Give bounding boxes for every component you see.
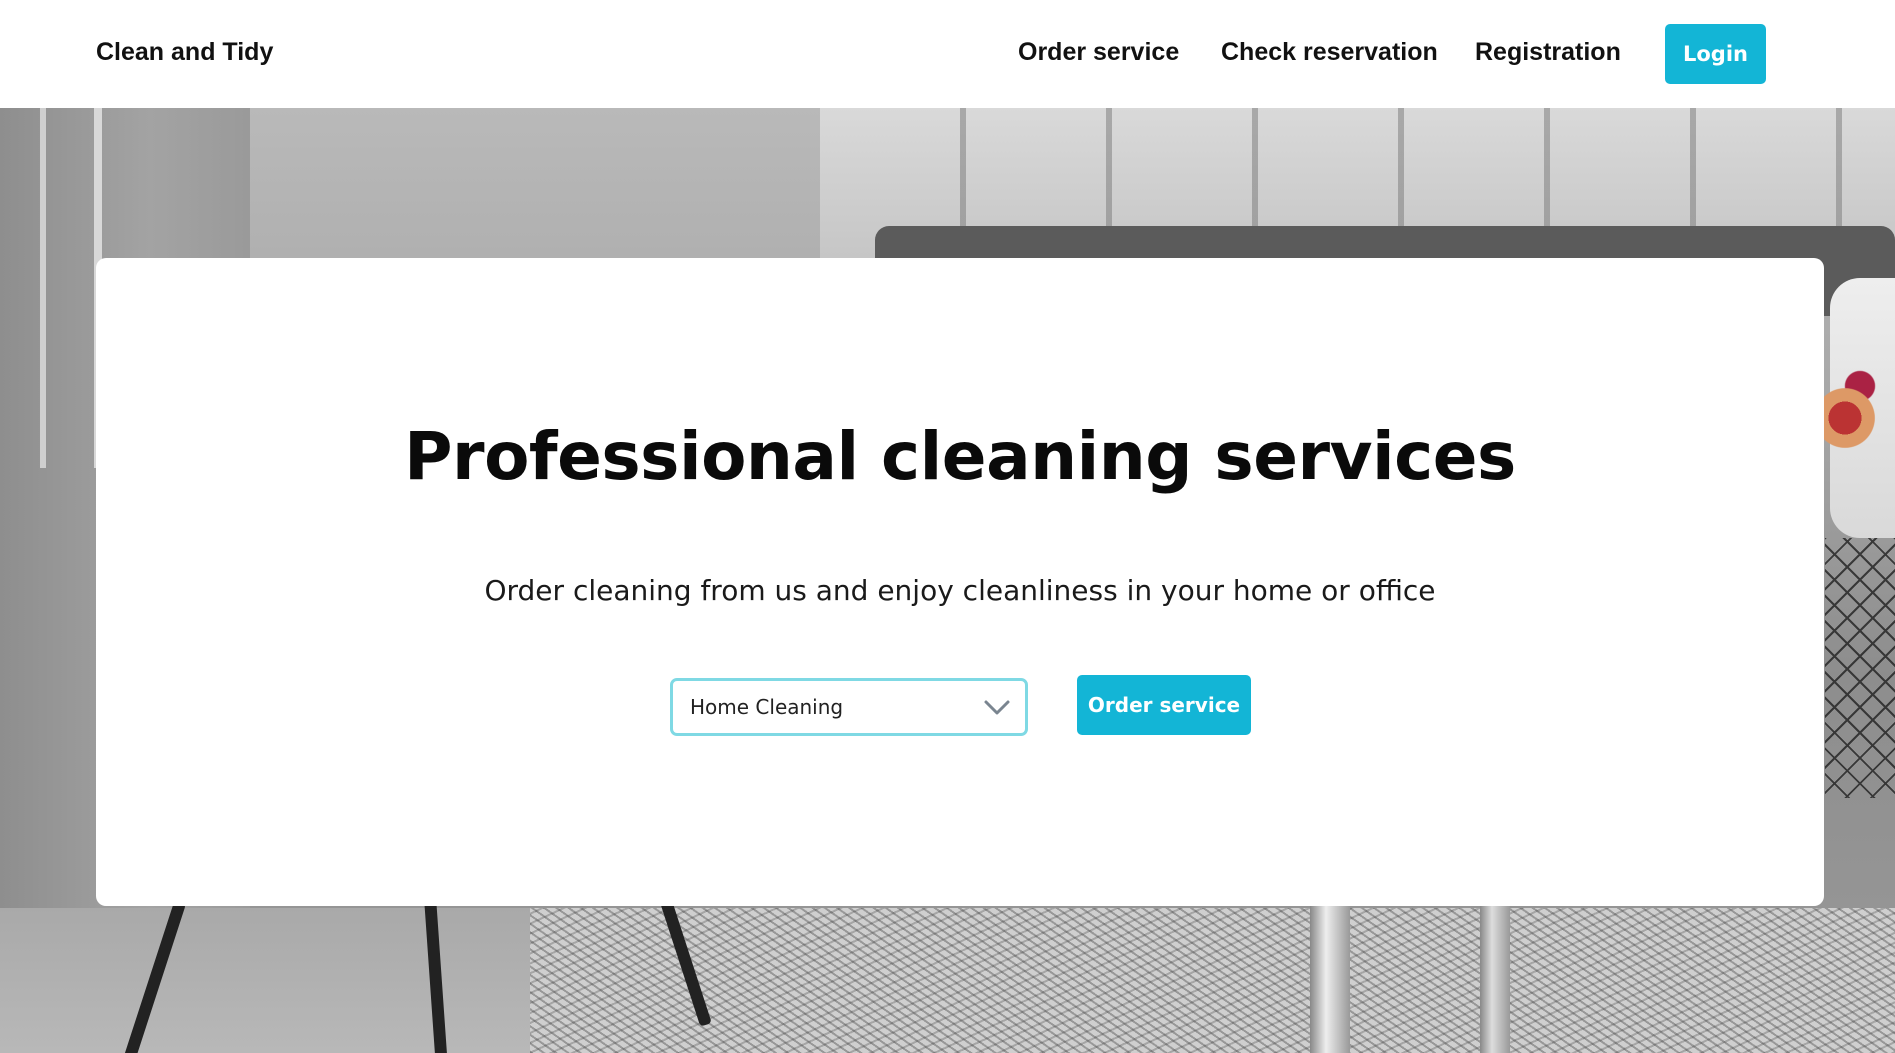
chevron-down-icon bbox=[984, 700, 1010, 715]
nav-link-order-service[interactable]: Order service bbox=[1018, 38, 1179, 67]
top-navbar: Clean and Tidy Order service Check reser… bbox=[0, 0, 1895, 108]
service-type-selected-value: Home Cleaning bbox=[690, 695, 844, 719]
nav-link-check-reservation[interactable]: Check reservation bbox=[1221, 38, 1438, 67]
background-table-leg bbox=[1310, 898, 1350, 1053]
background-table-leg bbox=[1480, 898, 1510, 1053]
brand-logo-text[interactable]: Clean and Tidy bbox=[96, 38, 273, 67]
nav-link-registration[interactable]: Registration bbox=[1475, 38, 1621, 67]
hero-subtitle: Order cleaning from us and enjoy cleanli… bbox=[484, 574, 1436, 607]
hero-card: Professional cleaning services Order cle… bbox=[96, 258, 1824, 906]
hero-title: Professional cleaning services bbox=[404, 418, 1516, 495]
order-service-button[interactable]: Order service bbox=[1077, 675, 1251, 735]
background-floor bbox=[0, 908, 530, 1053]
service-type-select[interactable]: Home Cleaning bbox=[670, 678, 1028, 736]
login-button[interactable]: Login bbox=[1665, 24, 1766, 84]
background-window-frame bbox=[40, 108, 102, 468]
background-pillow-pattern bbox=[1815, 338, 1890, 498]
background-wire-decor bbox=[1825, 538, 1895, 798]
background-rug bbox=[530, 908, 1895, 1053]
